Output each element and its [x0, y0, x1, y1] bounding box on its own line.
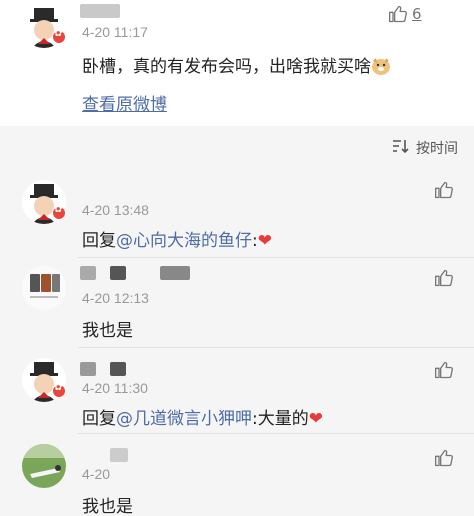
reply-text: 我也是	[82, 321, 133, 341]
heart-emoji-icon: ❤	[257, 231, 272, 251]
like-count: 6	[412, 5, 422, 23]
username-redacted[interactable]	[110, 448, 128, 462]
heart-emoji-icon: ❤	[308, 409, 323, 429]
reply-text: 回复@心向大海的鱼仔:❤	[82, 231, 272, 251]
sort-by-time-button[interactable]: 按时间	[392, 138, 458, 158]
comment-text: 卧槽，真的有发布会吗，出啥我就买啥	[82, 52, 391, 77]
verified-badge-icon	[52, 28, 66, 44]
doge-emoji-icon	[372, 58, 390, 75]
sort-bar: 按时间	[0, 126, 474, 170]
like-button[interactable]: 6	[388, 4, 422, 24]
thumbs-up-icon	[434, 268, 454, 288]
reply-time: 4-20	[82, 466, 111, 482]
like-button[interactable]	[434, 180, 454, 200]
verified-badge-icon	[52, 382, 66, 398]
like-button[interactable]	[434, 448, 454, 468]
username-redacted[interactable]	[110, 362, 126, 376]
thumbs-up-icon	[388, 4, 408, 24]
reply-item: 4-20 11:30 回复@几道微言小狎呷:大量的❤	[0, 348, 474, 434]
mention-link[interactable]: @心向大海的鱼仔	[116, 231, 252, 251]
reply-item: 4-20 我也是	[0, 434, 474, 516]
reply-item: 4-20 13:48 回复@心向大海的鱼仔:❤	[0, 170, 474, 258]
reply-time: 4-20 13:48	[82, 202, 149, 218]
verified-badge-icon	[52, 204, 66, 220]
avatar[interactable]	[22, 266, 66, 310]
username-redacted[interactable]	[80, 4, 120, 18]
reply-text: 我也是	[82, 497, 133, 516]
username-redacted[interactable]	[80, 362, 96, 376]
avatar[interactable]	[22, 444, 66, 488]
username-redacted[interactable]	[80, 266, 96, 280]
thumbs-up-icon	[434, 448, 454, 468]
reply-text: 回复@几道微言小狎呷:大量的❤	[82, 409, 323, 429]
sort-icon	[392, 138, 410, 158]
sort-label: 按时间	[416, 141, 458, 157]
view-original-weibo-link[interactable]: 查看原微博	[82, 90, 167, 115]
thumbs-up-icon	[434, 180, 454, 200]
username-redacted[interactable]	[110, 266, 126, 280]
username-redacted[interactable]	[160, 266, 190, 280]
original-comment-card: 4-20 11:17 6 卧槽，真的有发布会吗，出啥我就买啥 查看原微博	[0, 0, 474, 126]
reply-item: 4-20 12:13 我也是	[0, 258, 474, 348]
like-button[interactable]	[434, 268, 454, 288]
reply-time: 4-20 11:30	[82, 380, 148, 396]
post-time: 4-20 11:17	[82, 24, 148, 40]
like-button[interactable]	[434, 360, 454, 380]
mention-link[interactable]: @几道微言小狎呷	[116, 409, 252, 429]
reply-time: 4-20 12:13	[82, 290, 149, 306]
thumbs-up-icon	[434, 360, 454, 380]
